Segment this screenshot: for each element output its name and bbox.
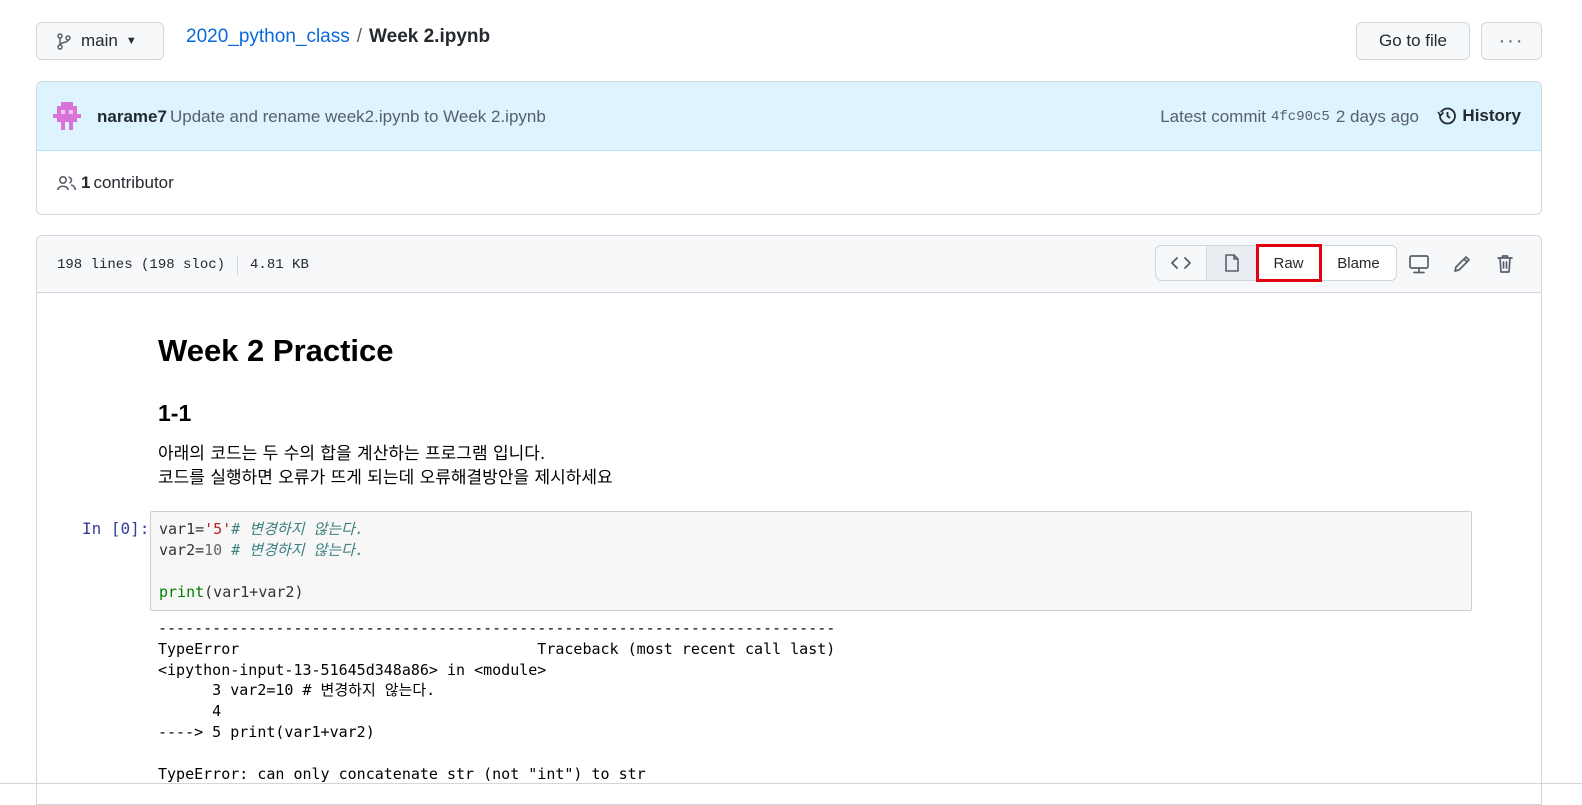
commit-time: 2 days ago xyxy=(1335,107,1419,126)
contributor-count: 1 xyxy=(81,173,91,192)
more-options-button[interactable]: ··· xyxy=(1481,22,1542,60)
display-source-button[interactable] xyxy=(1155,245,1207,281)
commit-author[interactable]: narame7 xyxy=(97,107,167,127)
code-comment: # 변경하지 않는다. xyxy=(222,541,364,559)
history-icon xyxy=(1437,107,1457,125)
notebook-section-heading: 1-1 xyxy=(158,400,192,426)
commit-box: narame7 Update and rename week2.ipynb to… xyxy=(36,81,1542,215)
description-line-2: 코드를 실행하면 오류가 뜨게 되는데 오류해결방안을 제시하세요 xyxy=(158,468,613,488)
output-rule: ----------------------------------------… xyxy=(158,619,836,637)
people-icon xyxy=(57,175,77,191)
raw-button[interactable]: Raw xyxy=(1256,244,1322,282)
branch-icon xyxy=(57,32,71,50)
breadcrumb-repo-link[interactable]: 2020_python_class xyxy=(186,26,350,48)
cell-output: ----------------------------------------… xyxy=(158,618,835,784)
desktop-icon[interactable] xyxy=(1408,253,1430,275)
branch-select-button[interactable]: main ▼ xyxy=(36,22,164,60)
contributor-label: contributor xyxy=(93,173,174,192)
commit-sha[interactable]: 4fc90c5 xyxy=(1271,109,1330,125)
output-line: TypeError Traceback (most recent call la… xyxy=(158,639,836,658)
breadcrumb-separator: / xyxy=(356,26,363,47)
trash-icon[interactable] xyxy=(1494,253,1516,275)
output-line: <ipython-input-13-51645d348a86> in <modu… xyxy=(158,660,547,679)
history-link[interactable]: History xyxy=(1437,106,1521,126)
history-label: History xyxy=(1462,106,1521,125)
blame-button[interactable]: Blame xyxy=(1321,245,1397,281)
code-token: (var1+var2) xyxy=(204,583,304,601)
input-prompt: In [0]: xyxy=(82,519,150,538)
code-token: var1= xyxy=(159,520,205,538)
output-line: 4 xyxy=(158,702,222,721)
latest-commit-bar: narame7 Update and rename week2.ipynb to… xyxy=(37,82,1541,151)
go-to-file-button[interactable]: Go to file xyxy=(1356,22,1470,60)
code-string: '5' xyxy=(204,520,232,538)
file-viewer: 198 lines (198 sloc) 4.81 KB Raw Blame W… xyxy=(36,235,1542,805)
code-number: 10 xyxy=(204,541,223,559)
latest-commit-info: Latest commit 4fc90c5 2 days ago xyxy=(1160,107,1419,127)
file-view-toggle: Raw Blame xyxy=(1155,244,1397,282)
code-comment: # 변경하지 않는다. xyxy=(231,520,364,538)
breadcrumb-file: Week 2.ipynb xyxy=(369,26,491,47)
code-line-2: var2=10 # 변경하지 않는다. xyxy=(159,540,1471,561)
display-rendered-button[interactable] xyxy=(1207,245,1257,281)
chevron-down-icon: ▼ xyxy=(125,35,137,47)
pencil-icon[interactable] xyxy=(1451,253,1473,275)
file-size: 4.81 KB xyxy=(250,257,309,273)
latest-commit-label: Latest commit xyxy=(1160,107,1266,126)
notebook-description: 아래의 코드는 두 수의 합을 계산하는 프로그램 입니다. 코드를 실행하면 … xyxy=(158,442,613,490)
page-bottom-divider xyxy=(0,783,1582,784)
contributors-link[interactable]: 1 contributor xyxy=(57,173,174,193)
code-icon xyxy=(1171,257,1191,269)
breadcrumb: 2020_python_class / Week 2.ipynb xyxy=(186,26,490,48)
commit-message[interactable]: Update and rename week2.ipynb to Week 2.… xyxy=(170,107,546,127)
file-icon xyxy=(1224,254,1239,272)
code-line-4: print(var1+var2) xyxy=(159,582,1471,603)
branch-name: main xyxy=(81,31,118,50)
notebook-title: Week 2 Practice xyxy=(158,333,394,368)
avatar[interactable] xyxy=(53,102,81,130)
output-line: 3 var2=10 # 변경하지 않는다. xyxy=(158,681,436,700)
file-header: 198 lines (198 sloc) 4.81 KB Raw Blame xyxy=(37,236,1541,293)
output-line: ----> 5 print(var1+var2) xyxy=(158,722,375,741)
code-cell: var1='5'# 변경하지 않는다. var2=10 # 변경하지 않는다. p… xyxy=(150,511,1472,611)
code-builtin: print xyxy=(159,583,205,601)
file-info: 198 lines (198 sloc) 4.81 KB xyxy=(57,255,309,275)
code-line-1: var1='5'# 변경하지 않는다. xyxy=(159,519,1471,540)
file-lines: 198 lines (198 sloc) xyxy=(57,257,226,273)
output-line: TypeError: can only concatenate str (not… xyxy=(158,764,646,783)
description-line-1: 아래의 코드는 두 수의 합을 계산하는 프로그램 입니다. xyxy=(158,444,546,464)
divider xyxy=(237,255,239,275)
code-token: var2= xyxy=(159,541,205,559)
